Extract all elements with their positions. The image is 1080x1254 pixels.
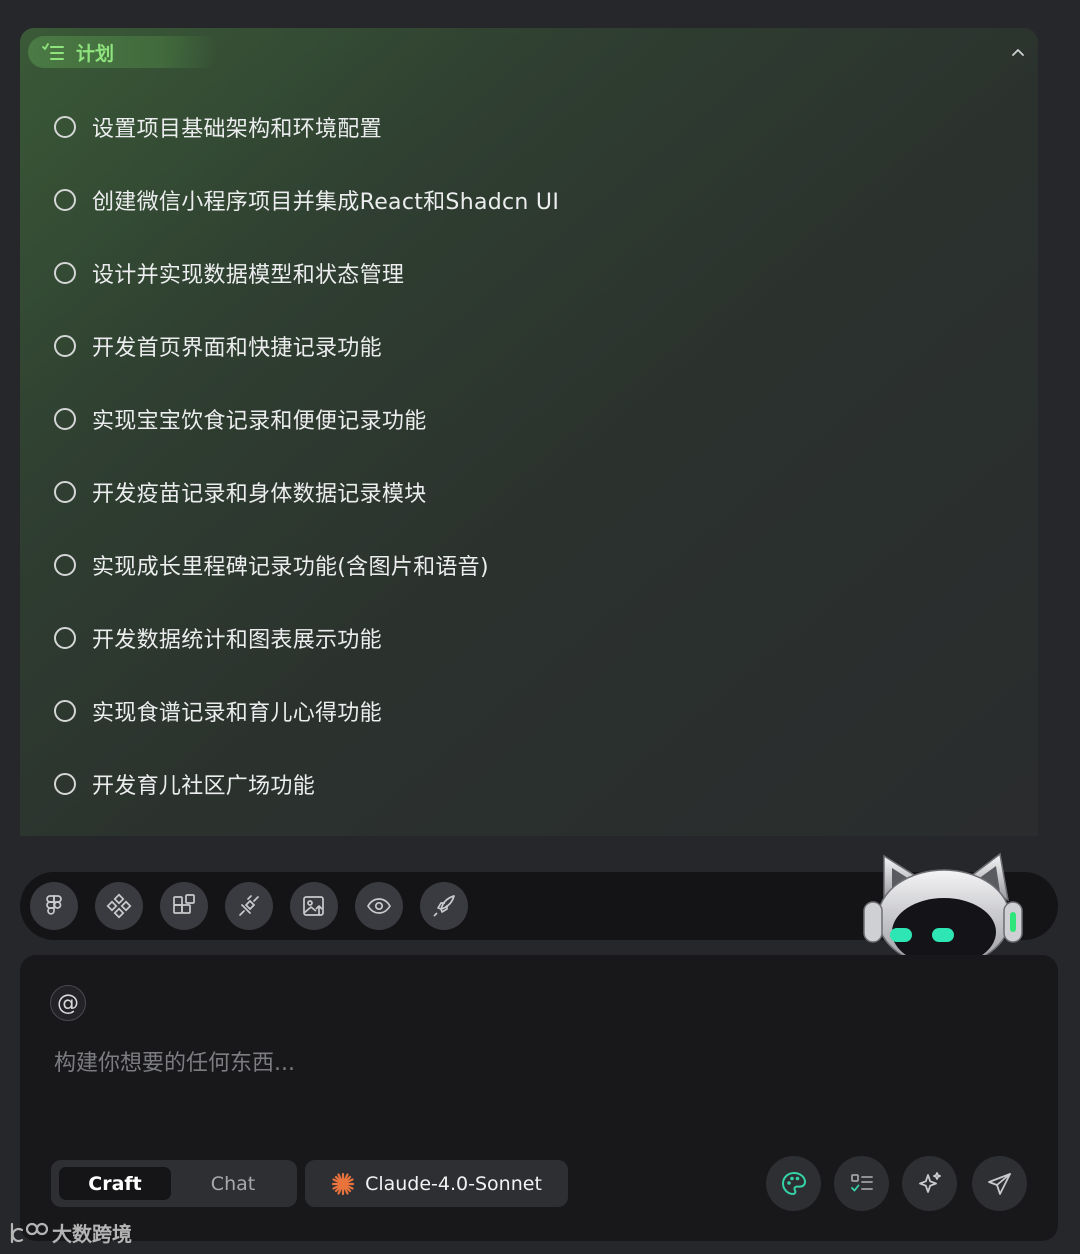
plan-item[interactable]: 实现宝宝饮食记录和便便记录功能 bbox=[54, 382, 954, 455]
prompt-input[interactable] bbox=[54, 1043, 1014, 1083]
plan-item[interactable]: 设计并实现数据模型和状态管理 bbox=[54, 236, 954, 309]
tab-chat[interactable]: Chat bbox=[177, 1167, 289, 1200]
plan-mode-button[interactable] bbox=[834, 1156, 889, 1211]
plan-item-label: 实现宝宝饮食记录和便便记录功能 bbox=[92, 408, 427, 434]
send-icon bbox=[987, 1172, 1011, 1195]
robot-cat-mascot-icon bbox=[862, 850, 1030, 967]
plan-item[interactable]: 开发首页界面和快捷记录功能 bbox=[54, 309, 954, 382]
plan-header[interactable]: 计划 bbox=[28, 36, 218, 68]
plan-item-label: 开发数据统计和图表展示功能 bbox=[92, 627, 382, 653]
send-button[interactable] bbox=[972, 1156, 1027, 1211]
status-circle-icon bbox=[54, 188, 76, 211]
plan-item[interactable]: 实现成长里程碑记录功能(含图片和语音) bbox=[54, 528, 954, 601]
plan-item-label: 开发疫苗记录和身体数据记录模块 bbox=[92, 481, 427, 507]
plan-title: 计划 bbox=[76, 42, 115, 65]
checklist-icon bbox=[850, 1173, 873, 1191]
plan-item[interactable]: 创建微信小程序项目并集成React和Shadcn UI bbox=[54, 163, 954, 236]
claude-logo-icon bbox=[331, 1172, 355, 1195]
plan-item-label: 创建微信小程序项目并集成React和Shadcn UI bbox=[92, 189, 560, 215]
status-circle-icon bbox=[54, 480, 76, 503]
rocket-icon bbox=[433, 895, 455, 917]
status-circle-icon bbox=[54, 699, 76, 722]
plug-icon bbox=[239, 895, 259, 916]
plan-item[interactable]: 实现食谱记录和育儿心得功能 bbox=[54, 674, 954, 747]
sparkle-icon bbox=[918, 1171, 941, 1193]
status-circle-icon bbox=[54, 407, 76, 430]
plan-item-label: 实现成长里程碑记录功能(含图片和语音) bbox=[92, 554, 489, 580]
watermark: 大数跨境 bbox=[8, 1218, 132, 1247]
plan-item[interactable]: 开发数据统计和图表展示功能 bbox=[54, 601, 954, 674]
figma-icon bbox=[46, 895, 62, 915]
plan-item[interactable]: 设置项目基础架构和环境配置 bbox=[54, 90, 954, 163]
status-circle-icon bbox=[54, 334, 76, 357]
theme-palette-button[interactable] bbox=[766, 1156, 821, 1211]
figma-button[interactable] bbox=[30, 882, 78, 930]
at-sign-icon: @ bbox=[57, 990, 79, 1016]
enhance-prompt-button[interactable] bbox=[902, 1156, 957, 1211]
blocks-icon bbox=[173, 894, 195, 914]
deploy-button[interactable] bbox=[420, 882, 468, 930]
image-upload-icon bbox=[303, 896, 324, 916]
plan-item-label: 开发首页界面和快捷记录功能 bbox=[92, 335, 382, 361]
status-circle-icon bbox=[54, 553, 76, 576]
plan-item-label: 设计并实现数据模型和状态管理 bbox=[92, 262, 405, 288]
model-label: Claude-4.0-Sonnet bbox=[365, 1172, 542, 1195]
status-circle-icon bbox=[54, 626, 76, 649]
plan-item-label: 设置项目基础架构和环境配置 bbox=[92, 116, 382, 142]
eye-icon bbox=[367, 898, 391, 914]
plan-item-label: 实现食谱记录和育儿心得功能 bbox=[92, 700, 382, 726]
mode-switch: Craft Chat bbox=[51, 1160, 297, 1207]
list-icon bbox=[42, 43, 64, 61]
watermark-text: 大数跨境 bbox=[52, 1222, 132, 1246]
plan-item[interactable]: 开发疫苗记录和身体数据记录模块 bbox=[54, 455, 954, 528]
status-circle-icon bbox=[54, 772, 76, 795]
status-circle-icon bbox=[54, 115, 76, 138]
component-icon bbox=[106, 893, 132, 919]
plan-panel: 计划 设置项目基础架构和环境配置 创建微信小程序项目并集成React和Shadc… bbox=[20, 28, 1038, 836]
collapse-chevron-up-icon[interactable] bbox=[1006, 40, 1030, 64]
mention-button[interactable]: @ bbox=[50, 985, 86, 1021]
prompt-composer: @ Craft Chat Claude-4.0-Sonnet bbox=[20, 955, 1058, 1241]
palette-icon bbox=[781, 1171, 806, 1195]
component-button[interactable] bbox=[95, 882, 143, 930]
plan-item[interactable]: 开发育儿社区广场功能 bbox=[54, 747, 954, 820]
tab-craft[interactable]: Craft bbox=[59, 1167, 171, 1200]
blocks-button[interactable] bbox=[160, 882, 208, 930]
watermark-logo-icon bbox=[10, 1222, 48, 1243]
plan-list: 设置项目基础架构和环境配置 创建微信小程序项目并集成React和Shadcn U… bbox=[54, 90, 954, 820]
status-circle-icon bbox=[54, 261, 76, 284]
model-selector[interactable]: Claude-4.0-Sonnet bbox=[305, 1160, 568, 1207]
preview-button[interactable] bbox=[355, 882, 403, 930]
plug-button[interactable] bbox=[225, 882, 273, 930]
plan-item-label: 开发育儿社区广场功能 bbox=[92, 773, 316, 799]
image-upload-button[interactable] bbox=[290, 882, 338, 930]
